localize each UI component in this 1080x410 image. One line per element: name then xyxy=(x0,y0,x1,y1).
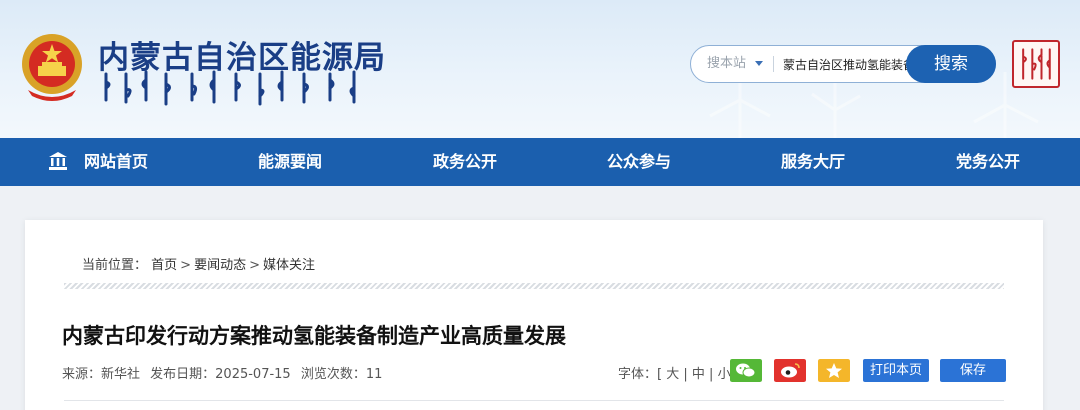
breadcrumb-news[interactable]: 要闻动态 xyxy=(194,258,246,273)
font-size-medium[interactable]: 中 xyxy=(692,367,705,382)
font-size-large[interactable]: 大 xyxy=(666,367,679,382)
wind-turbine-icon xyxy=(811,82,861,138)
save-button[interactable]: 保存 xyxy=(940,359,1006,382)
chevron-down-icon[interactable] xyxy=(755,61,763,66)
wechat-icon[interactable] xyxy=(730,359,762,382)
main-nav: 网站首页 能源要闻 政务公开 公众参与 服务大厅 党务公开 xyxy=(0,138,1080,186)
print-button[interactable]: 打印本页 xyxy=(863,359,929,382)
nav-item-public-participation[interactable]: 公众参与 xyxy=(607,138,671,186)
home-icon[interactable] xyxy=(48,151,68,171)
site-header: 内蒙古自治区能源局 搜本站 搜索 xyxy=(0,0,1080,138)
star-icon[interactable] xyxy=(818,359,850,382)
article-meta: 来源：新华社 发布日期：2025-07-15 浏览次数：11 xyxy=(62,363,388,382)
article-date: 发布日期：2025-07-15 xyxy=(150,367,291,382)
mongolian-title xyxy=(104,70,356,106)
article-title: 内蒙古印发行动方案推动氢能装备制造产业高质量发展 xyxy=(62,324,566,348)
breadcrumb: 当前位置： 首页 > 要闻动态 > 媒体关注 xyxy=(82,258,316,273)
nav-item-home[interactable]: 网站首页 xyxy=(84,138,148,186)
search-scope-select[interactable]: 搜本站 xyxy=(707,46,746,82)
search-divider xyxy=(773,56,774,72)
search-input[interactable] xyxy=(783,46,909,82)
nav-item-party-affairs[interactable]: 党务公开 xyxy=(956,138,1020,186)
nav-item-gov-affairs[interactable]: 政务公开 xyxy=(433,138,497,186)
article-source: 来源：新华社 xyxy=(62,367,141,382)
font-size-small[interactable]: 小 xyxy=(718,367,731,382)
weibo-icon[interactable] xyxy=(774,359,806,382)
national-emblem-icon xyxy=(22,34,82,101)
font-size-control: 字体：[ 大 | 中 | 小 ] xyxy=(618,367,740,382)
article-views: 浏览次数：11 xyxy=(300,367,383,382)
seal-icon xyxy=(1012,40,1060,88)
search-button[interactable]: 搜索 xyxy=(906,45,996,83)
divider xyxy=(64,283,1004,289)
nav-item-service-hall[interactable]: 服务大厅 xyxy=(781,138,845,186)
font-size-label: 字体： xyxy=(618,367,658,382)
nav-item-energy-news[interactable]: 能源要闻 xyxy=(258,138,322,186)
breadcrumb-prefix: 当前位置： xyxy=(82,258,148,273)
breadcrumb-home[interactable]: 首页 xyxy=(151,258,177,273)
divider xyxy=(64,400,1004,401)
breadcrumb-media[interactable]: 媒体关注 xyxy=(263,258,315,273)
